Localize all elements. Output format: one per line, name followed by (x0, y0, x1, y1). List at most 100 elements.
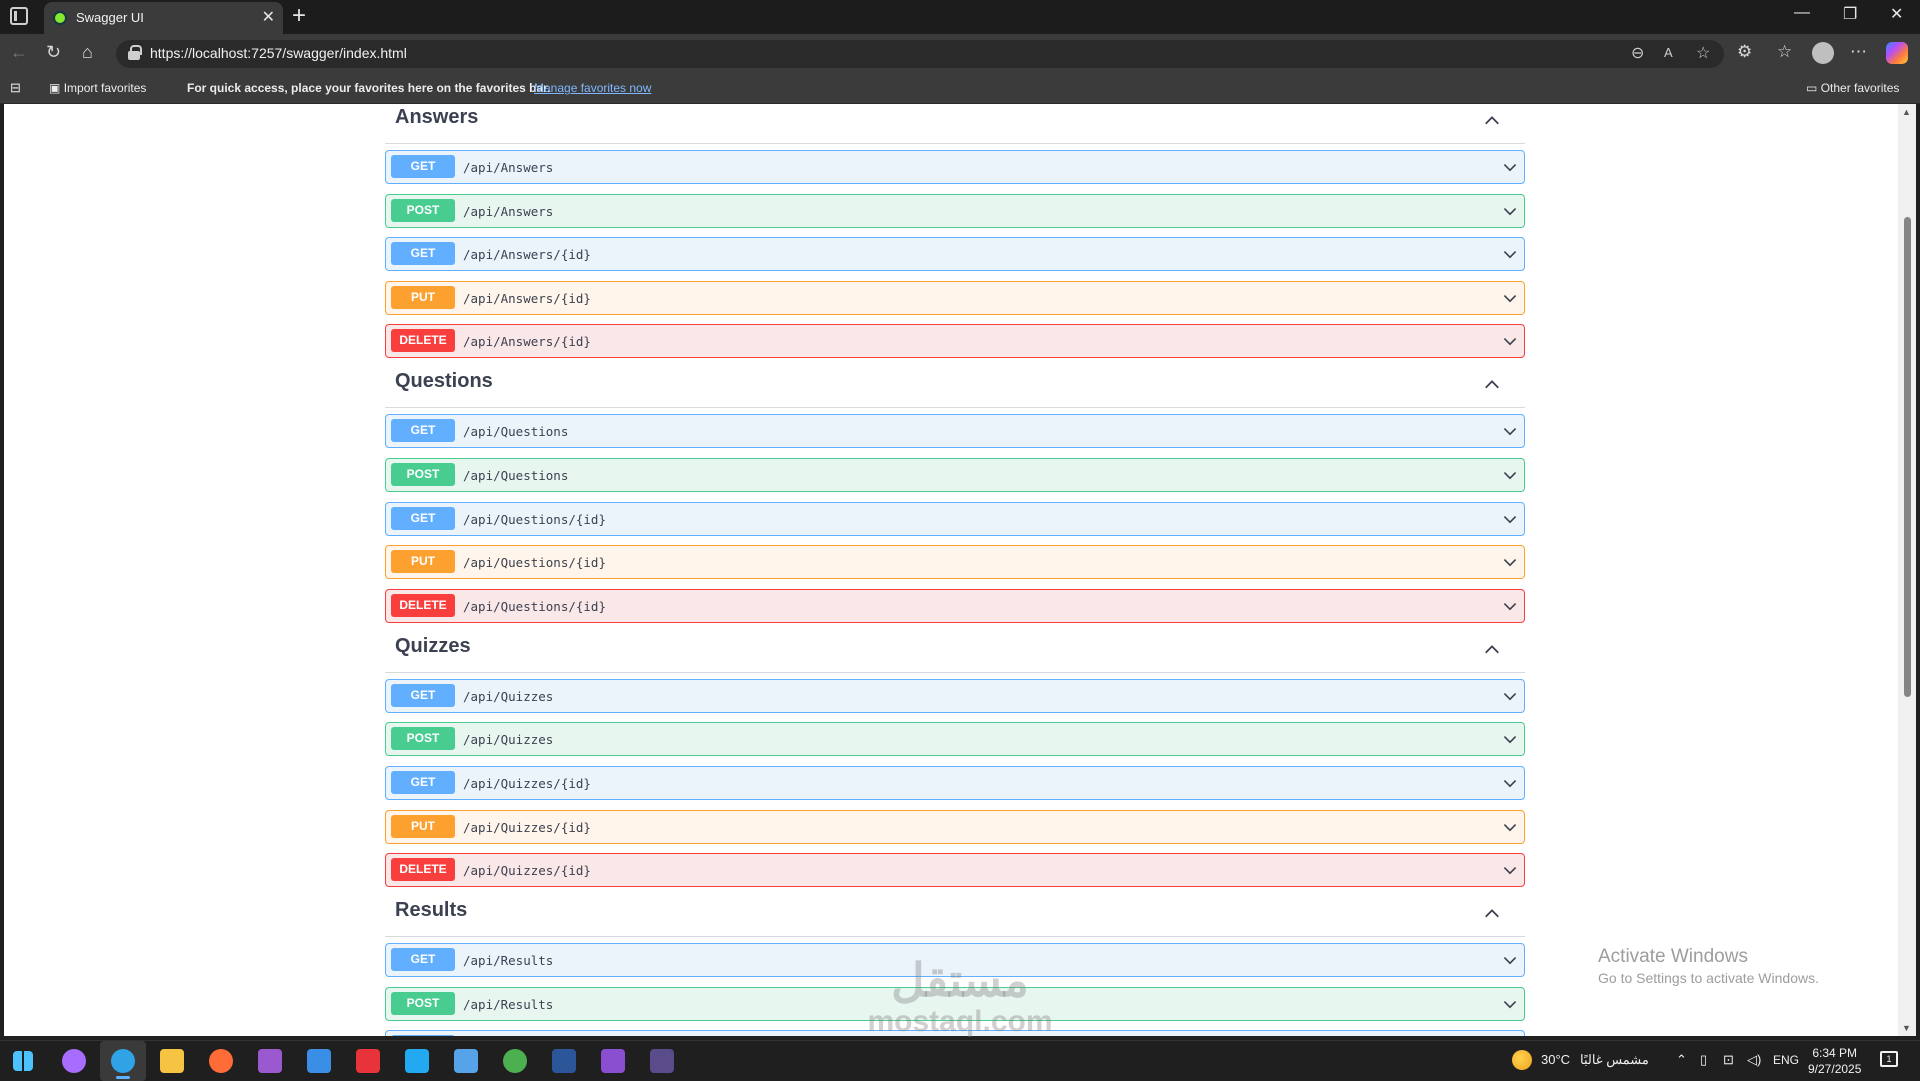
extensions-icon[interactable]: ⚙ (1737, 42, 1752, 62)
expand-chevron-icon[interactable] (1502, 775, 1518, 791)
wps-office-icon[interactable] (356, 1049, 380, 1073)
operation-post-row[interactable]: POST/api/Questions (385, 457, 1525, 492)
manage-favorites-link[interactable]: Manage favorites now (534, 81, 651, 95)
page-scrollbar[interactable]: ▲ ▼ (1898, 104, 1916, 1036)
section-header[interactable]: Answers (385, 104, 1525, 144)
minimize-icon[interactable]: — (1794, 4, 1810, 22)
expand-chevron-icon[interactable] (1502, 467, 1518, 483)
expand-chevron-icon[interactable] (1502, 423, 1518, 439)
terminal-icon[interactable] (650, 1049, 674, 1073)
weather-temp[interactable]: 30°C (1541, 1052, 1570, 1067)
method-badge: DELETE (391, 593, 455, 617)
scroll-up-icon[interactable]: ▲ (1902, 107, 1911, 117)
windows-start-icon[interactable] (13, 1051, 33, 1071)
operation-put-row[interactable]: PUT/api/Quizzes/{id} (385, 809, 1525, 844)
word-icon[interactable] (552, 1049, 576, 1073)
favorite-star-icon[interactable]: ☆ (1696, 43, 1710, 63)
visual-studio-icon[interactable] (258, 1049, 282, 1073)
vscode-icon[interactable] (405, 1049, 429, 1073)
operation-get-row[interactable]: GET/api/Quizzes/{id} (385, 765, 1525, 800)
language-indicator[interactable]: ENG (1773, 1053, 1799, 1067)
weather-icon[interactable] (1512, 1050, 1532, 1070)
scrollbar-thumb[interactable] (1904, 217, 1911, 697)
clock[interactable]: 6:34 PM 9/27/2025 (1808, 1045, 1861, 1077)
method-badge: GET (391, 419, 455, 443)
browser-tab[interactable]: Swagger UI ✕ (44, 2, 283, 34)
home-icon[interactable]: ⌂ (82, 42, 93, 63)
lock-icon[interactable] (128, 45, 142, 60)
tab-actions-icon[interactable] (10, 7, 28, 25)
more-options-icon[interactable]: ⋯ (1850, 42, 1867, 62)
operation-delete-row[interactable]: DELETE/api/Questions/{id} (385, 588, 1525, 623)
refresh-icon[interactable]: ↻ (46, 42, 61, 63)
operation-get-row[interactable]: GET/api/Answers (385, 150, 1525, 184)
visual-studio-2-icon[interactable] (601, 1049, 625, 1073)
operation-put-row[interactable]: PUT/api/Answers/{id} (385, 280, 1525, 315)
section-header[interactable]: Questions (385, 368, 1525, 409)
expand-chevron-icon[interactable] (1502, 333, 1518, 349)
operation-delete-row[interactable]: DELETE/api/Quizzes/{id} (385, 853, 1525, 888)
taskbar: 30°C مشمس غالبًا ⌃ ▯ ⊡ ◁) ENG 6:34 PM 9/… (0, 1040, 1920, 1081)
restore-icon[interactable]: ❐ (1843, 4, 1857, 24)
notification-icon[interactable]: 1 (1880, 1051, 1898, 1067)
expand-chevron-icon[interactable] (1502, 511, 1518, 527)
expand-chevron-icon[interactable] (1502, 731, 1518, 747)
endpoint-path: /api/Results (463, 996, 554, 1012)
postman-icon[interactable] (209, 1049, 233, 1073)
url-field[interactable]: https://localhost:7257/swagger/index.htm… (116, 40, 1724, 68)
operation-get-row[interactable]: GET/api/Questions/{id} (385, 501, 1525, 536)
section-header[interactable]: Results (385, 897, 1525, 938)
expand-chevron-icon[interactable] (1502, 819, 1518, 835)
watermark-arabic: مستقل (891, 954, 1029, 1006)
method-badge: POST (391, 991, 455, 1015)
expand-chevron-icon[interactable] (1502, 554, 1518, 570)
network-icon[interactable]: ⊡ (1723, 1052, 1734, 1068)
ssms-icon[interactable] (454, 1049, 478, 1073)
copilot-app-icon[interactable] (62, 1049, 86, 1073)
volume-icon[interactable]: ◁) (1747, 1052, 1761, 1068)
collapse-chevron-icon[interactable] (1483, 641, 1501, 659)
back-icon[interactable]: ← (10, 42, 28, 63)
import-favorites-button[interactable]: ▣ Import favorites (49, 81, 146, 95)
tab-title: Swagger UI (76, 10, 144, 25)
operation-get-row[interactable]: GET/api/Answers/{id} (385, 237, 1525, 272)
collapse-chevron-icon[interactable] (1483, 905, 1501, 923)
close-window-icon[interactable]: ✕ (1890, 4, 1903, 24)
operation-put-row[interactable]: PUT/api/Questions/{id} (385, 545, 1525, 580)
collapse-chevron-icon[interactable] (1483, 376, 1501, 394)
operation-delete-row[interactable]: DELETE/api/Answers/{id} (385, 324, 1525, 359)
operation-post-row[interactable]: POST/api/Answers (385, 193, 1525, 228)
profile-avatar[interactable] (1812, 42, 1834, 64)
expand-chevron-icon[interactable] (1502, 203, 1518, 219)
scroll-down-icon[interactable]: ▼ (1902, 1023, 1911, 1033)
sidebar-toggle-icon[interactable]: ⊟ (10, 80, 21, 96)
operation-post-row[interactable]: POST/api/Quizzes (385, 722, 1525, 757)
expand-chevron-icon[interactable] (1502, 290, 1518, 306)
expand-chevron-icon[interactable] (1502, 996, 1518, 1012)
section-header[interactable]: Quizzes (385, 633, 1525, 673)
expand-chevron-icon[interactable] (1502, 246, 1518, 262)
section-title: Quizzes (395, 634, 471, 657)
operation-get-row[interactable]: GET/api/Quizzes (385, 678, 1525, 713)
chrome-icon[interactable] (503, 1049, 527, 1073)
favorites-icon[interactable]: ☆ (1777, 42, 1792, 62)
expand-chevron-icon[interactable] (1502, 862, 1518, 878)
azure-data-studio-icon[interactable] (307, 1049, 331, 1073)
other-favorites-button[interactable]: ▭ Other favorites (1806, 81, 1899, 95)
expand-chevron-icon[interactable] (1502, 688, 1518, 704)
edge-icon[interactable] (111, 1049, 135, 1073)
new-tab-icon[interactable]: + (292, 2, 306, 30)
battery-icon[interactable]: ▯ (1700, 1052, 1707, 1068)
weather-desc[interactable]: مشمس غالبًا (1580, 1052, 1649, 1068)
expand-chevron-icon[interactable] (1502, 598, 1518, 614)
read-aloud-icon[interactable]: A (1664, 45, 1673, 60)
file-explorer-icon[interactable] (160, 1049, 184, 1073)
expand-chevron-icon[interactable] (1502, 159, 1518, 175)
operation-get-row[interactable]: GET/api/Questions (385, 414, 1525, 449)
close-tab-icon[interactable]: ✕ (262, 7, 275, 27)
collapse-chevron-icon[interactable] (1483, 112, 1501, 130)
zoom-icon[interactable]: ⊖ (1631, 43, 1644, 63)
show-hidden-icons-icon[interactable]: ⌃ (1676, 1052, 1687, 1068)
copilot-icon[interactable] (1886, 42, 1908, 64)
expand-chevron-icon[interactable] (1502, 952, 1518, 968)
